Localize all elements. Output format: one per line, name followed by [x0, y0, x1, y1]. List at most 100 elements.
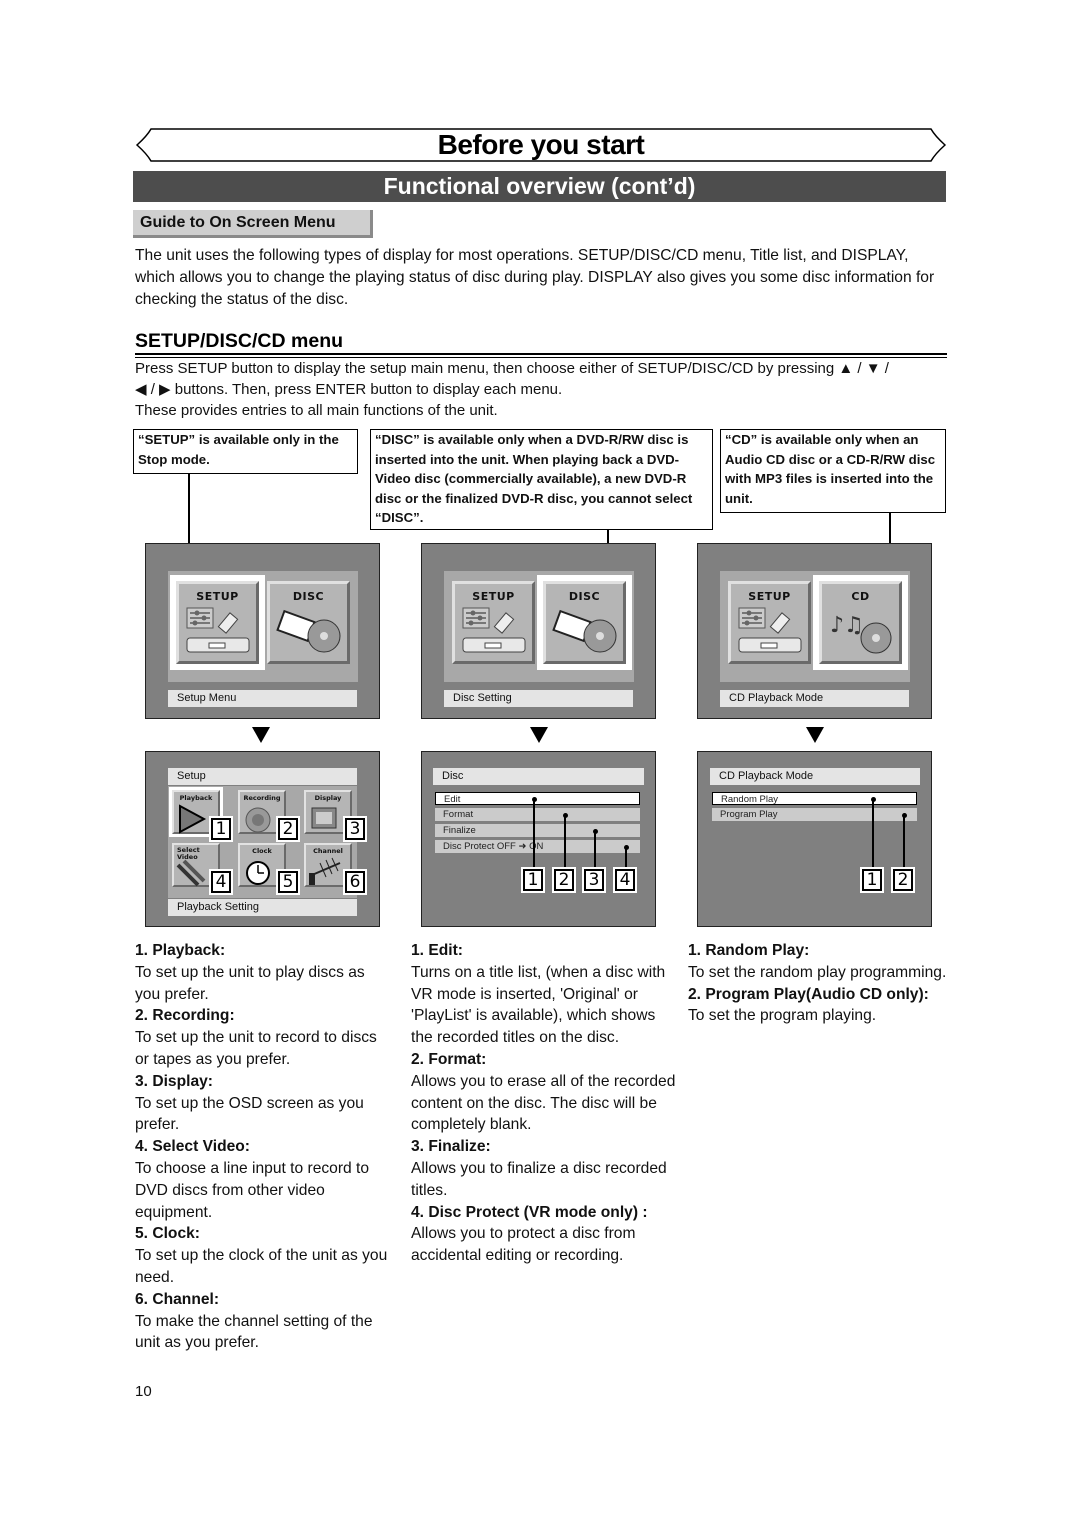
page-number: 10 — [135, 1383, 152, 1400]
desc-text: To set the program playing. — [688, 1007, 877, 1025]
setup-equipment-icon — [462, 607, 526, 653]
callout-number-5: 5 — [276, 869, 300, 895]
desc-heading: 4. Disc Protect (VR mode only) : — [411, 1203, 648, 1221]
instruction-line-2: ◀ / ▶ buttons. Then, press ENTER button … — [135, 381, 563, 398]
callout-number-4: 4 — [613, 867, 637, 893]
cd-icon-button[interactable]: CD ♪♫ — [813, 575, 908, 670]
tile-label: Display — [314, 794, 342, 802]
disc-header: Disc — [433, 768, 644, 785]
status-bar: Disc Setting — [444, 690, 633, 707]
note-disc: “DISC” is available only when a DVD-R/RW… — [370, 429, 713, 530]
callout-number-6: 6 — [343, 869, 367, 895]
cd-icon-label: CD — [851, 590, 870, 603]
desc-heading: 2. Recording: — [135, 1007, 235, 1025]
menu-panel: SETUP CD ♪♫ — [720, 571, 910, 682]
disc-descriptions: 1. Edit: Turns on a title list, (when a … — [411, 940, 676, 1267]
status-bar: Playback Setting — [168, 899, 357, 916]
setup-icon-button[interactable]: SETUP — [170, 575, 265, 670]
setup-header: Setup — [168, 768, 357, 785]
page-title: Before you start — [437, 129, 645, 160]
tile-label: Recording — [243, 794, 281, 802]
leader-line — [872, 799, 874, 869]
menu-item-finalize[interactable]: Finalize — [435, 824, 640, 837]
screen-setup-submenu: Setup Playback Recording Display Select … — [145, 751, 380, 927]
setup-icon-button[interactable]: SETUP — [728, 581, 811, 664]
setup-equipment-icon — [186, 607, 250, 653]
callout-number-2: 2 — [276, 816, 300, 842]
menu-item-random-play[interactable]: Random Play — [712, 792, 917, 805]
menu-panel: SETUP DISC — [444, 571, 634, 682]
setup-instructions: Press SETUP button to display the setup … — [135, 358, 947, 421]
disc-icon-button[interactable]: DISC — [267, 581, 350, 664]
leader-line — [903, 815, 905, 869]
desc-heading: 4. Select Video: — [135, 1138, 250, 1156]
arrow-down-icon — [530, 727, 548, 743]
cd-header: CD Playback Mode — [710, 768, 920, 785]
desc-heading: 1. Edit: — [411, 942, 463, 959]
callout-number-1: 1 — [209, 816, 233, 842]
setup-icon-button[interactable]: SETUP — [452, 581, 535, 664]
callout-number-3: 3 — [582, 867, 606, 893]
disc-icon-label: DISC — [568, 590, 601, 603]
leader-line — [533, 799, 535, 869]
screen-cd-playback: SETUP CD ♪♫ CD Playback Mode — [697, 543, 932, 719]
instruction-line-1: Press SETUP button to display the setup … — [135, 360, 889, 377]
menu-item-disc-protect[interactable]: Disc Protect OFF ➜ ON — [435, 840, 640, 853]
menu-item-format[interactable]: Format — [435, 808, 640, 821]
setup-descriptions: 1. Playback: To set up the unit to play … — [135, 940, 390, 1354]
tile-label: Clock — [252, 847, 272, 855]
desc-text: To set up the clock of the unit as you n… — [135, 1247, 388, 1286]
screen-disc-submenu: Disc Edit Format Finalize Disc Protect O… — [421, 751, 656, 927]
desc-heading: 1. Random Play: — [688, 942, 810, 959]
status-bar: CD Playback Mode — [720, 690, 909, 707]
callout-number-4: 4 — [209, 869, 233, 895]
film-disc-icon — [552, 609, 617, 653]
menu-item-edit[interactable]: Edit — [435, 792, 640, 805]
desc-text: To set up the OSD screen as you prefer. — [135, 1094, 364, 1134]
screen-disc-setting: SETUP DISC Disc Setting — [421, 543, 656, 719]
desc-heading: 5. Clock: — [135, 1225, 200, 1243]
screen-cd-submenu: CD Playback Mode Random Play Program Pla… — [697, 751, 932, 927]
tile-label: Channel — [313, 847, 343, 855]
note-cd: “CD” is available only when an Audio CD … — [720, 429, 946, 513]
callout-number-3: 3 — [343, 816, 367, 842]
section-title: Functional overview (cont’d) — [133, 171, 946, 202]
desc-text: Turns on a title list, (when a disc with… — [411, 963, 666, 1047]
callout-number-2: 2 — [891, 867, 915, 893]
disc-icon-label: DISC — [292, 590, 325, 603]
callout-number-1: 1 — [860, 867, 884, 893]
desc-text: To choose a line input to record to DVD … — [135, 1159, 370, 1221]
desc-text: To set up the unit to record to discs or… — [135, 1029, 377, 1068]
desc-heading: 3. Finalize: — [411, 1138, 491, 1156]
film-disc-icon — [276, 609, 341, 653]
svg-text:♪♫: ♪♫ — [830, 613, 864, 638]
desc-heading: 2. Program Play(Audio CD only): — [688, 985, 929, 1003]
setup-equipment-icon — [738, 607, 802, 653]
setup-icon-label: SETUP — [748, 590, 791, 603]
menu-panel: SETUP DISC — [168, 571, 358, 682]
desc-heading: 2. Format: — [411, 1050, 487, 1068]
leader-line — [594, 831, 596, 869]
setup-icon-label: SETUP — [472, 590, 515, 603]
desc-text: Allows you to protect a disc from accide… — [411, 1225, 636, 1265]
music-disc-icon: ♪♫ — [830, 613, 892, 654]
instruction-line-3: These provides entries to all main funct… — [135, 402, 498, 419]
title-banner: Before you start — [135, 126, 947, 164]
cd-descriptions: 1. Random Play: To set the random play p… — [688, 940, 948, 1027]
status-bar: Setup Menu — [168, 690, 357, 707]
disc-icon-button[interactable]: DISC — [537, 575, 632, 670]
guide-tab: Guide to On Screen Menu — [133, 210, 373, 238]
arrow-down-icon — [806, 727, 824, 743]
intro-paragraph: The unit uses the following types of dis… — [135, 247, 935, 308]
desc-heading: 1. Playback: — [135, 942, 226, 959]
setup-icon-label: SETUP — [196, 590, 239, 603]
desc-text: To set the random play programming. — [688, 963, 947, 981]
screen-setup-menu: SETUP DISC Setup Menu — [145, 543, 380, 719]
desc-text: To make the channel setting of the unit … — [135, 1312, 373, 1352]
desc-text: To set up the unit to play discs as you … — [135, 963, 365, 1003]
desc-heading: 6. Channel: — [135, 1290, 220, 1308]
menu-item-program-play[interactable]: Program Play — [712, 808, 917, 821]
callout-number-2: 2 — [552, 867, 576, 893]
leader-line — [564, 815, 566, 869]
setup-disc-cd-heading: SETUP/DISC/CD menu — [135, 330, 344, 352]
